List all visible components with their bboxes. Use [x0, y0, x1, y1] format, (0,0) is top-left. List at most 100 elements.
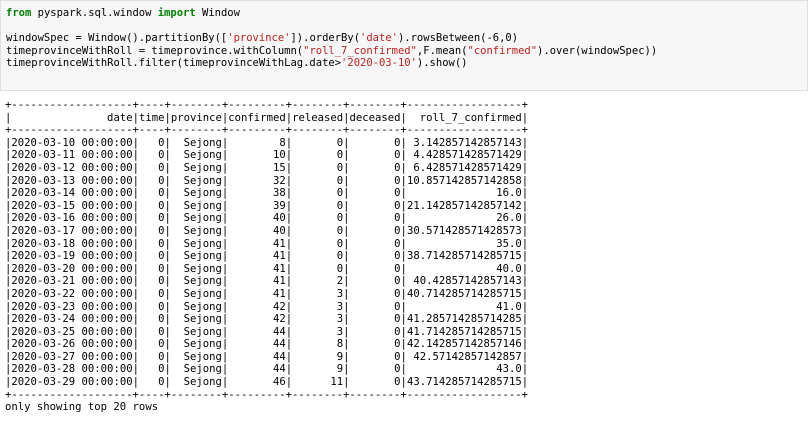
table-cell: 2020-03-14 00:00:00: [11, 187, 133, 200]
table-cell: 3: [292, 325, 344, 338]
table-cell: 40.714285714285715: [406, 287, 522, 300]
table-cell: 15: [228, 161, 286, 174]
table-cell: Sejong: [170, 275, 222, 288]
table-cell: Sejong: [170, 161, 222, 174]
table-cell: Sejong: [170, 224, 222, 237]
table-cell: 16.0: [406, 187, 522, 200]
table-cell: 21.142857142857142: [406, 199, 522, 212]
table-cell: 0: [349, 262, 401, 275]
table-cell: 0: [292, 212, 344, 225]
table-cell: 43.714285714285715: [406, 376, 522, 389]
table-row: |2020-03-23 00:00:00| 0| Sejong| 42| 3| …: [5, 300, 529, 313]
table-cell: 10: [228, 149, 286, 162]
table-cell: 0: [138, 287, 165, 300]
table-cell: 4.428571428571429: [406, 149, 522, 162]
table-cell: 0: [138, 212, 165, 225]
table-row: |2020-03-26 00:00:00| 0| Sejong| 44| 8| …: [5, 338, 529, 351]
table-cell: 2020-03-29 00:00:00: [11, 376, 133, 389]
table-cell: 0: [349, 149, 401, 162]
table-cell: 0: [292, 237, 344, 250]
table-border: +-------------------+----+--------+-----…: [5, 99, 528, 111]
table-cell: 0: [349, 199, 401, 212]
table-cell: 0: [138, 224, 165, 237]
table-cell: 0: [349, 338, 401, 351]
table-cell: 2020-03-22 00:00:00: [11, 287, 133, 300]
table-cell: 0: [349, 350, 401, 363]
dataframe-show-output: +-------------------+----+--------+-----…: [5, 99, 529, 414]
table-cell: 2020-03-26 00:00:00: [11, 338, 133, 351]
table-cell: 8: [228, 136, 286, 149]
table-cell: 3: [292, 300, 344, 313]
table-cell: Sejong: [170, 136, 222, 149]
table-cell: 38: [228, 187, 286, 200]
string-literal: '2020-03-10': [341, 57, 417, 69]
table-cell: 0: [349, 313, 401, 326]
imported-name: Window: [195, 7, 240, 19]
table-cell: Sejong: [170, 199, 222, 212]
table-row: |2020-03-22 00:00:00| 0| Sejong| 41| 3| …: [5, 287, 529, 300]
table-cell: 44: [228, 363, 286, 376]
table-cell: Sejong: [170, 350, 222, 363]
table-cell: 0: [138, 161, 165, 174]
table-cell: 41: [228, 237, 286, 250]
table-cell: 0: [349, 174, 401, 187]
table-cell: 0: [138, 325, 165, 338]
table-cell: 2020-03-16 00:00:00: [11, 212, 133, 225]
column-header-deceased: deceased: [349, 111, 401, 124]
table-cell: 0: [349, 136, 401, 149]
table-cell: 2020-03-28 00:00:00: [11, 363, 133, 376]
table-cell: 0: [292, 199, 344, 212]
table-cell: Sejong: [170, 338, 222, 351]
table-cell: 42: [228, 300, 286, 313]
table-cell: 0: [349, 376, 401, 389]
table-cell: 8: [292, 338, 344, 351]
table-cell: 35.0: [406, 237, 522, 250]
table-cell: 0: [138, 350, 165, 363]
code-text: timeprovinceWithRoll = timeprovince.with…: [6, 44, 304, 57]
module-name: pyspark.sql.window: [31, 7, 158, 19]
table-cell: 2020-03-25 00:00:00: [11, 325, 133, 338]
table-cell: 0: [138, 250, 165, 263]
table-cell: 0: [349, 275, 401, 288]
table-cell: 0: [349, 287, 401, 300]
table-cell: 32: [228, 174, 286, 187]
code-text: windowSpec = Window().partitionBy([: [6, 32, 228, 44]
code-text: ,F.mean(: [416, 44, 468, 57]
table-cell: 42: [228, 313, 286, 326]
code-line-import: from pyspark.sql.window import Window: [6, 7, 802, 20]
table-cell: 0: [138, 187, 165, 200]
table-cell: 10.857142857142858: [406, 174, 522, 187]
table-cell: 0: [138, 313, 165, 326]
output-footer-note: only showing top 20 rows: [5, 401, 159, 414]
code-text: timeprovinceWithRoll.filter(timeprovince…: [6, 57, 342, 69]
table-cell: Sejong: [170, 376, 222, 389]
table-cell: 2020-03-10 00:00:00: [11, 136, 133, 149]
code-line-filter-show: timeprovinceWithRoll.filter(timeprovince…: [6, 57, 802, 70]
table-row: |2020-03-27 00:00:00| 0| Sejong| 44| 9| …: [5, 350, 529, 363]
table-cell: 0: [138, 136, 165, 149]
table-row: |2020-03-11 00:00:00| 0| Sejong| 10| 0| …: [5, 149, 529, 162]
code-cell[interactable]: from pyspark.sql.window import Window wi…: [0, 0, 808, 91]
table-cell: 3: [292, 313, 344, 326]
column-header-confirmed: confirmed: [228, 111, 286, 124]
table-cell: 42.57142857142857: [406, 350, 522, 363]
table-cell: 9: [292, 350, 344, 363]
table-row: |2020-03-10 00:00:00| 0| Sejong| 8| 0| 0…: [5, 136, 529, 149]
table-cell: 41: [228, 262, 286, 275]
table-cell: 0: [138, 376, 165, 389]
table-cell: Sejong: [170, 313, 222, 326]
table-cell: 2020-03-13 00:00:00: [11, 174, 133, 187]
table-row: |2020-03-12 00:00:00| 0| Sejong| 15| 0| …: [5, 161, 529, 174]
table-cell: 46: [228, 376, 286, 389]
column-header-province: province: [170, 111, 222, 124]
table-cell: 44: [228, 338, 286, 351]
table-row: |2020-03-19 00:00:00| 0| Sejong| 41| 0| …: [5, 250, 529, 263]
table-cell: 41.714285714285715: [406, 325, 522, 338]
table-cell: 43.0: [406, 363, 522, 376]
table-cell: 0: [138, 338, 165, 351]
table-cell: 42.142857142857146: [406, 338, 522, 351]
keyword-from: from: [6, 7, 32, 19]
table-cell: 0: [292, 224, 344, 237]
table-row: |2020-03-16 00:00:00| 0| Sejong| 40| 0| …: [5, 212, 529, 225]
table-row: |2020-03-21 00:00:00| 0| Sejong| 41| 2| …: [5, 275, 529, 288]
